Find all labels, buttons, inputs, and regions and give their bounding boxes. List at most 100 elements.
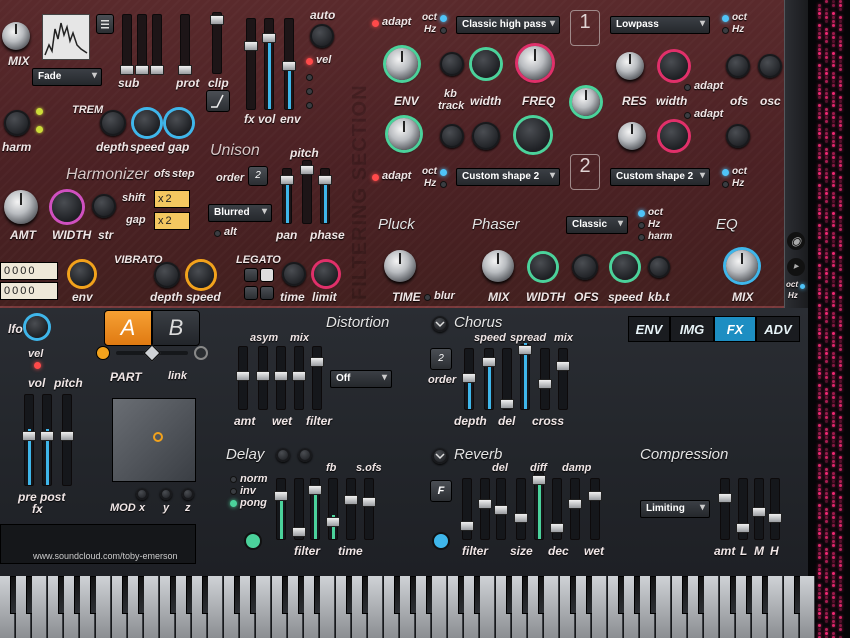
chorus-mix-fader[interactable] — [556, 348, 570, 410]
chorus-cross-fader[interactable] — [538, 348, 552, 410]
delay-fader-2[interactable] — [292, 478, 306, 540]
filter1b-osc-knob[interactable] — [758, 54, 782, 78]
tab-fx[interactable]: FX — [714, 316, 756, 342]
mod-z-knob[interactable] — [182, 488, 194, 500]
vibrato-depth-knob[interactable] — [154, 262, 180, 288]
filter1-freq-knob[interactable] — [518, 46, 552, 80]
delay-pong-led[interactable] — [230, 500, 237, 507]
tab-adv[interactable]: ADV — [756, 316, 800, 342]
vel-curve-2-led[interactable] — [306, 88, 313, 95]
reverb-power-button[interactable] — [432, 532, 450, 550]
tab-img[interactable]: IMG — [670, 316, 714, 342]
xy-pad[interactable] — [112, 398, 196, 482]
reverb-dec-fader[interactable] — [550, 478, 564, 540]
vel-led[interactable] — [306, 58, 313, 65]
chorus-toggle-button[interactable] — [432, 316, 448, 332]
chorus-spread-fader[interactable] — [518, 343, 532, 410]
filter2b-type-dropdown[interactable]: Custom shape 2 — [610, 168, 710, 186]
filter1-adapt-led[interactable] — [372, 20, 379, 27]
unison-pan-fader[interactable] — [280, 168, 294, 224]
clip-fader[interactable] — [210, 12, 224, 74]
chorus-del-fader[interactable] — [500, 348, 514, 410]
filter2b-ofs-knob[interactable] — [726, 124, 750, 148]
filter1b-res-knob[interactable] — [616, 52, 644, 80]
tab-env[interactable]: ENV — [628, 316, 670, 342]
white-key[interactable] — [96, 576, 111, 638]
url-bar[interactable]: www.soundcloud.com/toby-emerson — [0, 524, 196, 564]
delay-reset-button[interactable] — [298, 448, 312, 462]
filter2-badge[interactable]: 2 — [570, 154, 600, 190]
reverb-fader-2[interactable] — [478, 478, 492, 540]
distortion-mix-fader[interactable] — [292, 346, 306, 410]
delay-norm-led[interactable] — [230, 476, 237, 483]
white-key[interactable] — [368, 576, 383, 638]
pluck-blur-led[interactable] — [424, 294, 431, 301]
filter2-type-dropdown[interactable]: Custom shape 2 — [456, 168, 560, 186]
harmonizer-gap-box[interactable]: x2 — [154, 212, 190, 230]
prot-fader[interactable] — [178, 14, 192, 75]
filter1b-adapt-led[interactable] — [684, 84, 691, 91]
phaser-mode-dropdown[interactable]: Classic — [566, 216, 628, 234]
filter2-hz-led[interactable] — [440, 181, 447, 188]
harmonizer-amt-knob[interactable] — [4, 190, 38, 224]
vel-curve-1-led[interactable] — [306, 74, 313, 81]
env-fader[interactable] — [282, 18, 296, 110]
pitch-fader[interactable] — [60, 394, 74, 486]
filter1-width-knob[interactable] — [472, 50, 500, 78]
white-key[interactable] — [320, 576, 335, 638]
filter2-kbtrack-knob[interactable] — [440, 124, 464, 148]
vol-fader[interactable] — [262, 18, 276, 110]
trem-led-1[interactable] — [36, 108, 43, 115]
filter1-type-dropdown[interactable]: Classic high pass — [456, 16, 560, 34]
chorus-depth-fader[interactable] — [462, 348, 476, 410]
delay-fader-5[interactable] — [344, 478, 358, 540]
phaser-harm-led[interactable] — [638, 234, 645, 241]
menu-button[interactable] — [96, 14, 114, 34]
eq-mix-knob[interactable] — [726, 250, 758, 282]
lfo-knob[interactable] — [26, 316, 48, 338]
filter2-oct-led[interactable] — [440, 169, 447, 176]
part-b-button[interactable]: B — [152, 310, 200, 346]
vibrato-number-2[interactable]: 0000 — [0, 282, 58, 300]
white-key[interactable] — [480, 576, 495, 638]
chorus-speed-fader[interactable] — [482, 348, 496, 410]
delay-fader-4[interactable] — [326, 478, 340, 540]
piano-keyboard[interactable] — [0, 576, 815, 638]
vel-curve-3-led[interactable] — [306, 102, 313, 109]
mod-x-knob[interactable] — [136, 488, 148, 500]
part-a-indicator[interactable] — [96, 346, 110, 360]
delay-fader-1[interactable] — [274, 478, 288, 540]
post-fader[interactable] — [40, 394, 54, 486]
filter1-hz-led[interactable] — [440, 27, 447, 34]
reverb-fader-1[interactable] — [460, 478, 474, 540]
reverb-damp-fader[interactable] — [568, 478, 582, 540]
filter1-kbtrack-knob[interactable] — [440, 52, 464, 76]
pluck-time-knob[interactable] — [384, 250, 416, 282]
filter2-adapt-led[interactable] — [372, 174, 379, 181]
mix-knob[interactable] — [2, 22, 30, 50]
delay-power-button[interactable] — [244, 532, 262, 550]
phaser-hz-led[interactable] — [638, 222, 645, 229]
vibrato-number-1[interactable]: 0000 — [0, 262, 58, 280]
compression-mode-dropdown[interactable]: Limiting — [640, 500, 710, 518]
white-key[interactable] — [656, 576, 671, 638]
fx-fader[interactable] — [244, 18, 258, 110]
delay-sync-button[interactable] — [276, 448, 290, 462]
white-key[interactable] — [32, 576, 47, 638]
reverb-freeze-button[interactable]: F — [430, 480, 452, 502]
filter2b-oct-led[interactable] — [722, 169, 729, 176]
reverb-size-fader[interactable] — [514, 478, 528, 540]
xy-pad-cursor[interactable] — [153, 432, 163, 442]
filter2-freq-knob[interactable] — [516, 118, 550, 152]
reverb-diff-fader[interactable] — [532, 472, 546, 540]
eye-icon[interactable]: ◉ — [787, 232, 805, 250]
filter1b-adapt2-led[interactable] — [684, 112, 691, 119]
white-key[interactable] — [432, 576, 447, 638]
phaser-ofs-knob[interactable] — [572, 254, 598, 280]
pre-fader[interactable] — [22, 394, 36, 486]
phaser-width-knob[interactable] — [530, 254, 556, 280]
legato-limit-knob[interactable] — [314, 262, 338, 286]
mix-mode-dropdown[interactable]: Fade — [32, 68, 102, 86]
vibrato-env-knob[interactable] — [70, 262, 94, 286]
filter1b-oct-led[interactable] — [722, 15, 729, 22]
